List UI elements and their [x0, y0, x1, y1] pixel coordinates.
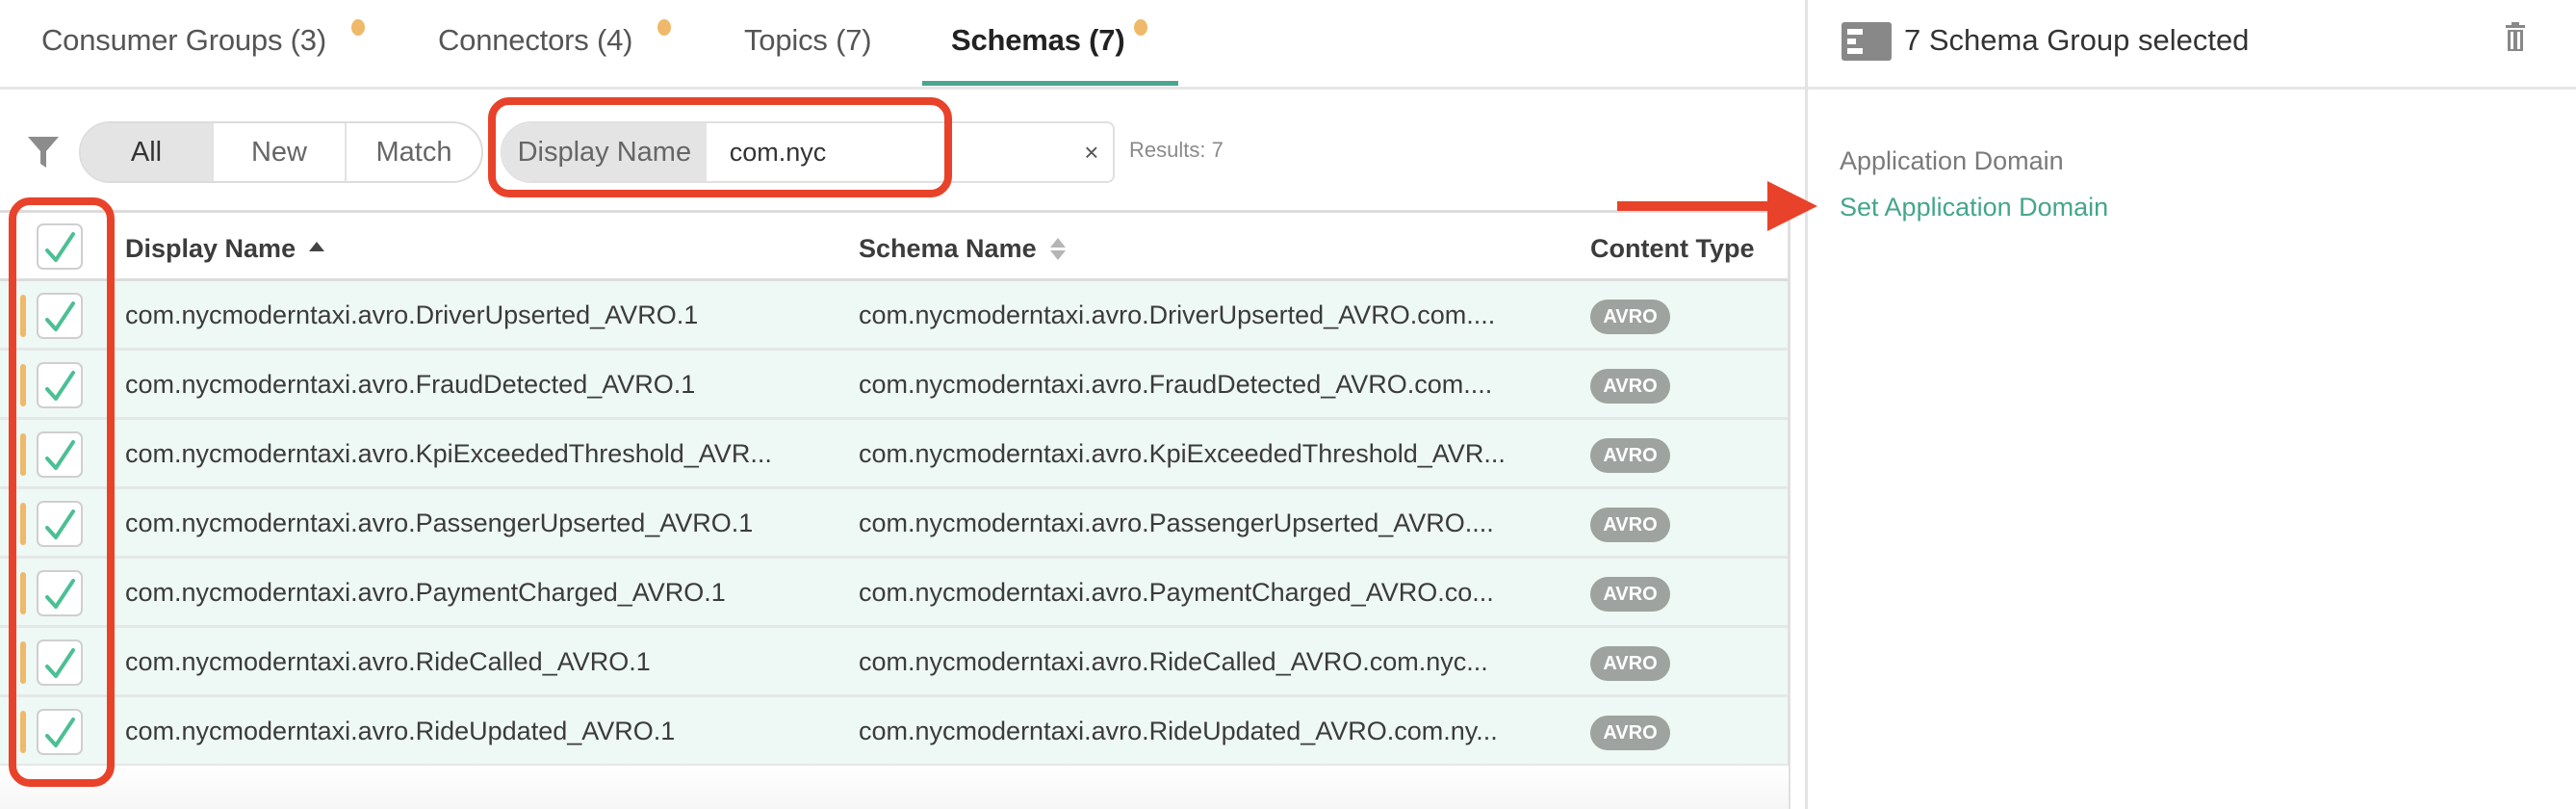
new-item-indicator: [20, 641, 26, 684]
new-item-indicator: [20, 364, 26, 406]
tab-label: Connectors (4): [438, 23, 633, 57]
schema-name-cell: com.nycmoderntaxi.avro.KpiExceededThresh…: [859, 439, 1506, 468]
tab-label: Topics (7): [744, 23, 872, 57]
search-field-selector[interactable]: Display Name: [502, 123, 707, 181]
notification-dot: [657, 19, 671, 36]
content-type-badge: AVRO: [1590, 300, 1670, 334]
schema-name-cell: com.nycmoderntaxi.avro.DriverUpserted_AV…: [859, 300, 1496, 329]
main-content: Consumer Groups (3) Connectors (4) Topic…: [0, 0, 1805, 809]
row-checkbox[interactable]: [37, 293, 83, 339]
checkmark-icon: [45, 232, 75, 262]
content-type-badge: AVRO: [1590, 438, 1670, 473]
tab-label: Consumer Groups (3): [41, 23, 326, 57]
row-checkbox[interactable]: [37, 362, 83, 408]
table-row[interactable]: com.nycmoderntaxi.avro.KpiExceededThresh…: [0, 420, 1789, 489]
display-name-cell: com.nycmoderntaxi.avro.PassengerUpserted…: [125, 509, 754, 537]
tab-schemas[interactable]: Schemas (7): [951, 19, 1147, 69]
tab-label: Schemas (7): [951, 23, 1125, 57]
new-item-indicator: [20, 503, 26, 545]
table-row[interactable]: com.nycmoderntaxi.avro.DriverUpserted_AV…: [0, 281, 1789, 351]
new-item-indicator: [20, 572, 26, 614]
schema-name-cell: com.nycmoderntaxi.avro.RideUpdated_AVRO.…: [859, 717, 1498, 745]
display-name-cell: com.nycmoderntaxi.avro.DriverUpserted_AV…: [125, 300, 699, 329]
schema-name-cell: com.nycmoderntaxi.avro.PassengerUpserted…: [859, 509, 1494, 537]
row-checkbox[interactable]: [37, 709, 83, 755]
checkmark-icon: [45, 440, 75, 470]
row-checkbox[interactable]: [37, 570, 83, 616]
content-type-badge: AVRO: [1590, 646, 1670, 681]
segment-match[interactable]: Match: [347, 123, 481, 181]
column-header-display-name[interactable]: Display Name: [125, 234, 325, 264]
panel-title: 7 Schema Group selected: [1904, 23, 2250, 57]
selection-details-panel: 7 Schema Group selected Application Doma…: [1805, 0, 2576, 809]
tab-connectors[interactable]: Connectors (4): [438, 19, 671, 69]
notification-dot: [351, 19, 365, 36]
set-application-domain-link[interactable]: Set Application Domain: [1840, 193, 2108, 222]
row-checkbox[interactable]: [37, 431, 83, 478]
results-count: Results: 7: [1129, 138, 1224, 162]
table-header: Display Name Schema Name Content Type: [0, 210, 1789, 281]
display-name-cell: com.nycmoderntaxi.avro.KpiExceededThresh…: [125, 439, 772, 468]
application-domain-label: Application Domain: [1840, 146, 2064, 175]
new-item-indicator: [20, 433, 26, 476]
select-all-checkbox[interactable]: [37, 223, 83, 270]
active-tab-indicator: [922, 81, 1178, 86]
display-name-cell: com.nycmoderntaxi.avro.FraudDetected_AVR…: [125, 370, 696, 399]
schemas-table: Display Name Schema Name Content Type co…: [0, 210, 1789, 767]
schema-name-cell: com.nycmoderntaxi.avro.PaymentCharged_AV…: [859, 578, 1494, 607]
segment-all[interactable]: All: [81, 123, 214, 181]
content-type-badge: AVRO: [1590, 716, 1670, 750]
row-checkbox[interactable]: [37, 639, 83, 686]
table-row[interactable]: com.nycmoderntaxi.avro.FraudDetected_AVR…: [0, 351, 1789, 420]
table-row[interactable]: com.nycmoderntaxi.avro.RideCalled_AVRO.1…: [0, 628, 1789, 697]
sort-ascending-icon: [309, 241, 325, 251]
panel-header: 7 Schema Group selected: [1808, 0, 2576, 90]
checkmark-icon: [45, 371, 75, 401]
table-border: [1788, 210, 1790, 809]
display-name-cell: com.nycmoderntaxi.avro.PaymentCharged_AV…: [125, 578, 726, 607]
sort-icon: [1049, 236, 1066, 261]
tab-consumer-groups[interactable]: Consumer Groups (3): [41, 19, 365, 69]
row-checkbox[interactable]: [37, 501, 83, 547]
new-item-indicator: [20, 295, 26, 337]
display-name-cell: com.nycmoderntaxi.avro.RideCalled_AVRO.1: [125, 647, 651, 676]
new-item-indicator: [20, 711, 26, 753]
filter-icon[interactable]: [27, 135, 60, 170]
segment-new[interactable]: New: [214, 123, 347, 181]
schema-name-cell: com.nycmoderntaxi.avro.RideCalled_AVRO.c…: [859, 647, 1488, 676]
tab-bar: Consumer Groups (3) Connectors (4) Topic…: [0, 0, 1805, 90]
content-type-badge: AVRO: [1590, 577, 1670, 612]
checkmark-icon: [45, 301, 75, 331]
checkmark-icon: [45, 579, 75, 609]
checkmark-icon: [45, 509, 75, 539]
filter-segmented-control: All New Match: [79, 121, 483, 183]
checkmark-icon: [45, 718, 75, 747]
table-row[interactable]: com.nycmoderntaxi.avro.PaymentCharged_AV…: [0, 559, 1789, 628]
clear-search-button[interactable]: ×: [1070, 123, 1113, 181]
checkmark-icon: [45, 648, 75, 678]
content-type-badge: AVRO: [1590, 369, 1670, 404]
search-input[interactable]: [706, 123, 1070, 181]
table-row[interactable]: com.nycmoderntaxi.avro.RideUpdated_AVRO.…: [0, 697, 1789, 767]
column-header-content-type: Content Type: [1590, 234, 1755, 263]
column-header-schema-name[interactable]: Schema Name: [859, 234, 1066, 264]
trash-icon[interactable]: [2504, 21, 2527, 52]
display-name-cell: com.nycmoderntaxi.avro.RideUpdated_AVRO.…: [125, 717, 676, 745]
schema-group-icon: [1842, 22, 1892, 61]
tab-topics[interactable]: Topics (7): [744, 23, 872, 69]
schema-name-cell: com.nycmoderntaxi.avro.FraudDetected_AVR…: [859, 370, 1493, 399]
table-row[interactable]: com.nycmoderntaxi.avro.PassengerUpserted…: [0, 489, 1789, 559]
notification-dot: [1134, 19, 1147, 36]
content-type-badge: AVRO: [1590, 508, 1670, 542]
table-footer-area: [0, 766, 1789, 809]
display-name-search: Display Name ×: [501, 121, 1115, 183]
